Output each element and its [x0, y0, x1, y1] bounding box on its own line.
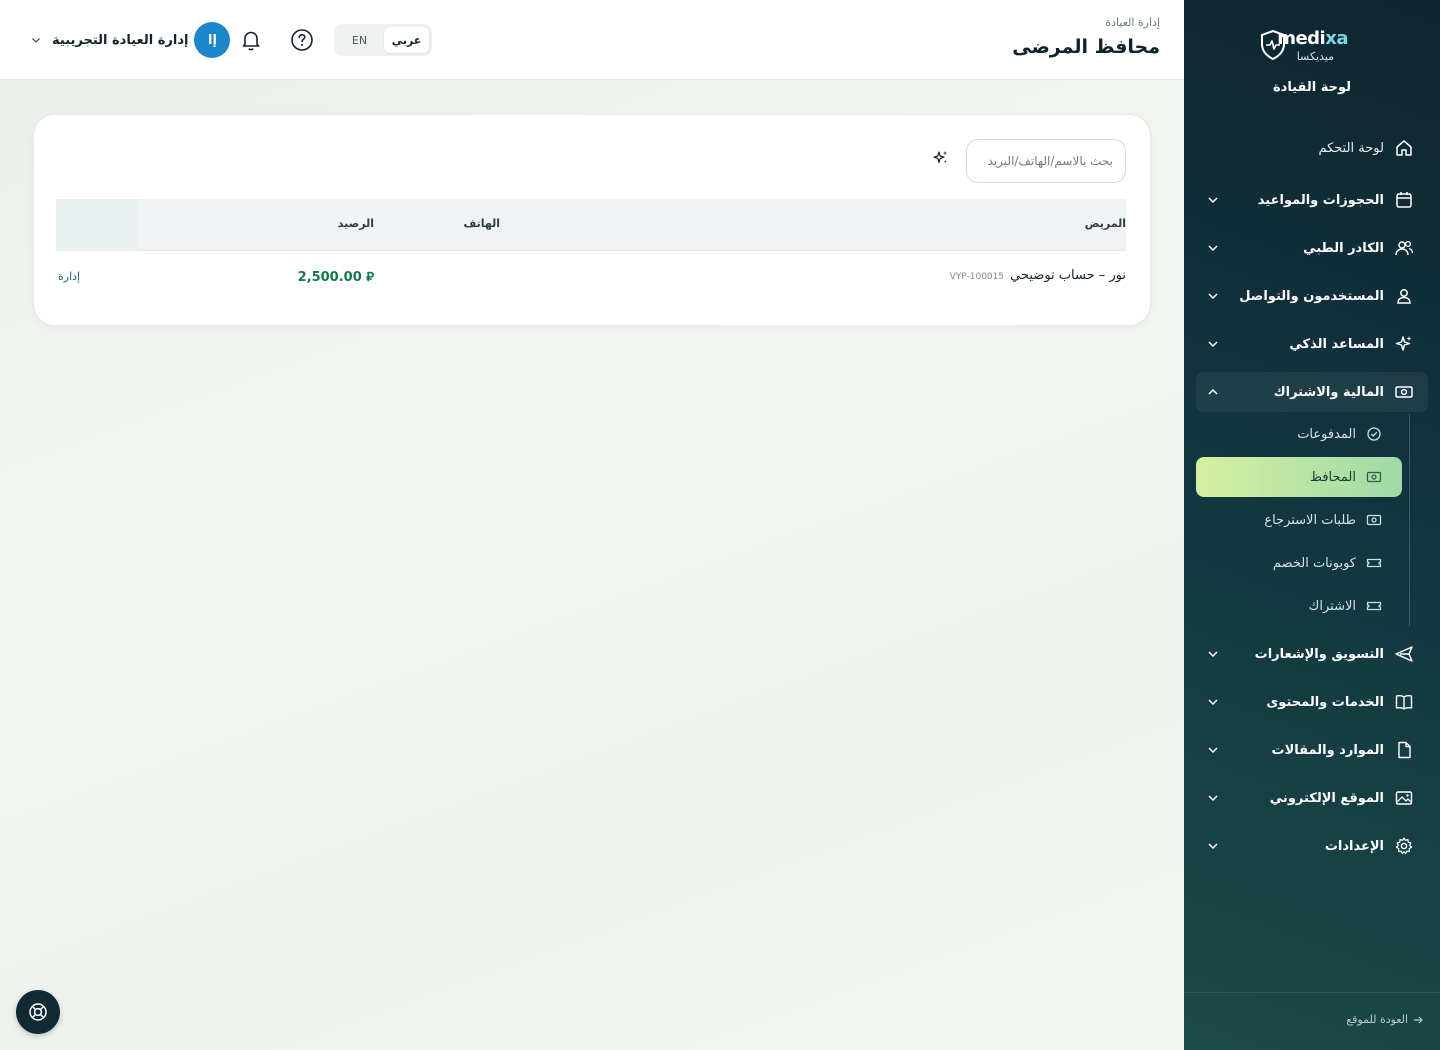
users-icon [1395, 240, 1414, 256]
notifications-button[interactable] [237, 26, 265, 54]
sidebar-item-settings[interactable]: الإعدادات [1196, 826, 1428, 866]
sidebar-item-label: المالية والاشتراك [1273, 384, 1384, 400]
help-button[interactable] [288, 26, 316, 54]
column-header-patient: المريض [1084, 217, 1126, 230]
actions-column-header [56, 199, 138, 251]
sidebar: medixa ميديكسا لوحة القيادة لوحة التحكم … [1184, 0, 1440, 1050]
sidebar-item-label: المساعد الذكي [1289, 336, 1384, 352]
search-input[interactable] [966, 139, 1126, 183]
sidebar-item-bookings[interactable]: الحجوزات والمواعيد [1196, 180, 1428, 220]
check-circle-icon [1367, 427, 1381, 441]
column-header-balance: الرصيد [337, 217, 374, 230]
chevron-up-icon [1208, 388, 1218, 395]
sidebar-item-medical-staff[interactable]: الكادر الطبي [1196, 228, 1428, 268]
language-toggle: عربي EN [334, 24, 432, 56]
sidebar-subitem-label: المحافظ [1310, 469, 1356, 485]
home-icon [1396, 140, 1412, 156]
patient-code: VYP-100015 [949, 272, 1005, 282]
chevron-down-icon [1208, 795, 1218, 802]
floating-help-button[interactable] [16, 990, 60, 1034]
ticket-icon [1366, 601, 1382, 611]
lifebuoy-icon [29, 1003, 47, 1021]
patient-cell: نور – حساب توضيحي VYP-100015 [950, 268, 1126, 283]
sidebar-item-label: الموارد والمقالات [1271, 742, 1384, 758]
chevron-down-icon [1208, 197, 1218, 204]
send-icon [1395, 646, 1413, 662]
sidebar-item-website[interactable]: الموقع الإلكتروني [1196, 778, 1428, 818]
user-icon [1397, 289, 1411, 304]
image-icon [1395, 791, 1413, 805]
bell-icon [242, 31, 260, 51]
sidebar-item-label: الكادر الطبي [1303, 240, 1384, 256]
table-row: نور – حساب توضيحي VYP-100015 2,500.00 ⃁ … [56, 251, 1126, 303]
wallets-table: المريض الهاتف الرصيد نور – حساب توضيحي V… [56, 199, 1126, 303]
sidebar-item-marketing[interactable]: التسويق والإشعارات [1196, 634, 1428, 674]
user-name: إدارة العيادة التجريبية [52, 32, 189, 48]
chevron-down-icon [1208, 651, 1218, 658]
wallet-icon [1366, 471, 1382, 483]
book-icon [1395, 695, 1413, 710]
sidebar-item-ai-assistant[interactable]: المساعد الذكي [1196, 324, 1428, 364]
refund-icon [1366, 514, 1382, 526]
chevron-down-icon [1208, 843, 1218, 850]
sidebar-subitem-label: طلبات الاسترجاع [1264, 512, 1356, 528]
sidebar-item-label: الإعدادات [1324, 838, 1384, 854]
chevron-down-icon [1208, 293, 1218, 300]
back-to-site-label: العودة للموقع [1346, 1013, 1408, 1026]
sidebar-subitem-subscription[interactable]: الاشتراك [1196, 586, 1402, 626]
ai-sparkle-icon[interactable] [932, 149, 950, 167]
wallets-card: المريض الهاتف الرصيد نور – حساب توضيحي V… [33, 114, 1151, 326]
ticket-icon [1366, 558, 1382, 568]
arrow-right-icon [1414, 1016, 1423, 1023]
file-icon [1398, 741, 1411, 759]
top-bar: إدارة العيادة محافظ المرضى عربي EN إا إد… [0, 0, 1184, 80]
dashboard-title: لوحة القيادة [1272, 80, 1352, 95]
sidebar-item-label: الخدمات والمحتوى [1266, 694, 1384, 710]
sidebar-item-services[interactable]: الخدمات والمحتوى [1196, 682, 1428, 722]
sidebar-subitem-label: الاشتراك [1308, 598, 1356, 614]
sidebar-subitem-coupons[interactable]: كوبونات الخصم [1196, 543, 1402, 583]
sidebar-item-dashboard[interactable]: لوحة التحكم [1196, 128, 1428, 168]
manage-wallet-link[interactable]: إدارة [58, 270, 80, 283]
brand-name-ar: ميديكسا [1296, 50, 1334, 63]
sidebar-item-label: الموقع الإلكتروني [1269, 790, 1384, 806]
gear-icon [1395, 837, 1413, 855]
avatar: إا [194, 22, 231, 58]
patient-name: نور – حساب توضيحي [1010, 268, 1126, 283]
brand-logo[interactable]: medixa ميديكسا [1184, 28, 1440, 68]
chevron-down-icon [1208, 699, 1218, 706]
back-to-site-link[interactable]: العودة للموقع [1346, 1013, 1424, 1026]
sidebar-item-label: الحجوزات والمواعيد [1257, 192, 1384, 208]
sidebar-item-label: المستخدمون والتواصل [1239, 288, 1384, 304]
sidebar-item-label: لوحة التحكم [1318, 140, 1384, 156]
sidebar-item-users[interactable]: المستخدمون والتواصل [1196, 276, 1428, 316]
chevron-down-icon [32, 38, 40, 43]
sidebar-item-label: التسويق والإشعارات [1254, 646, 1384, 662]
balance-value: 2,500.00 ⃁ [297, 270, 374, 285]
sidebar-subitem-label: كوبونات الخصم [1272, 555, 1356, 571]
submenu-rail [1409, 414, 1410, 626]
sidebar-subitem-refunds[interactable]: طلبات الاسترجاع [1196, 500, 1402, 540]
chevron-down-icon [1208, 341, 1218, 348]
sidebar-subitem-wallets[interactable]: المحافظ [1196, 457, 1402, 497]
sidebar-item-resources[interactable]: الموارد والمقالات [1196, 730, 1428, 770]
calendar-icon [1396, 192, 1412, 208]
table-header: المريض الهاتف الرصيد [56, 199, 1126, 251]
lang-arabic-button[interactable]: عربي [384, 27, 429, 53]
sidebar-subitem-payments[interactable]: المدفوعات [1196, 414, 1402, 454]
brand-name: medixa [1277, 28, 1348, 49]
column-header-phone: الهاتف [463, 217, 500, 230]
help-circle-icon [291, 29, 313, 51]
breadcrumb[interactable]: إدارة العيادة [1105, 16, 1160, 29]
page-title: محافظ المرضى [1012, 36, 1160, 58]
sparkles-icon [1395, 336, 1412, 351]
sidebar-subitem-label: المدفوعات [1297, 426, 1356, 442]
lang-english-button[interactable]: EN [337, 27, 382, 53]
user-menu[interactable]: إا إدارة العيادة التجريبية [30, 22, 231, 58]
sidebar-item-finance[interactable]: المالية والاشتراك [1196, 372, 1428, 412]
chevron-down-icon [1208, 747, 1218, 754]
money-icon [1395, 386, 1413, 398]
chevron-down-icon [1208, 245, 1218, 252]
sidebar-footer: العودة للموقع [1184, 992, 1440, 1050]
